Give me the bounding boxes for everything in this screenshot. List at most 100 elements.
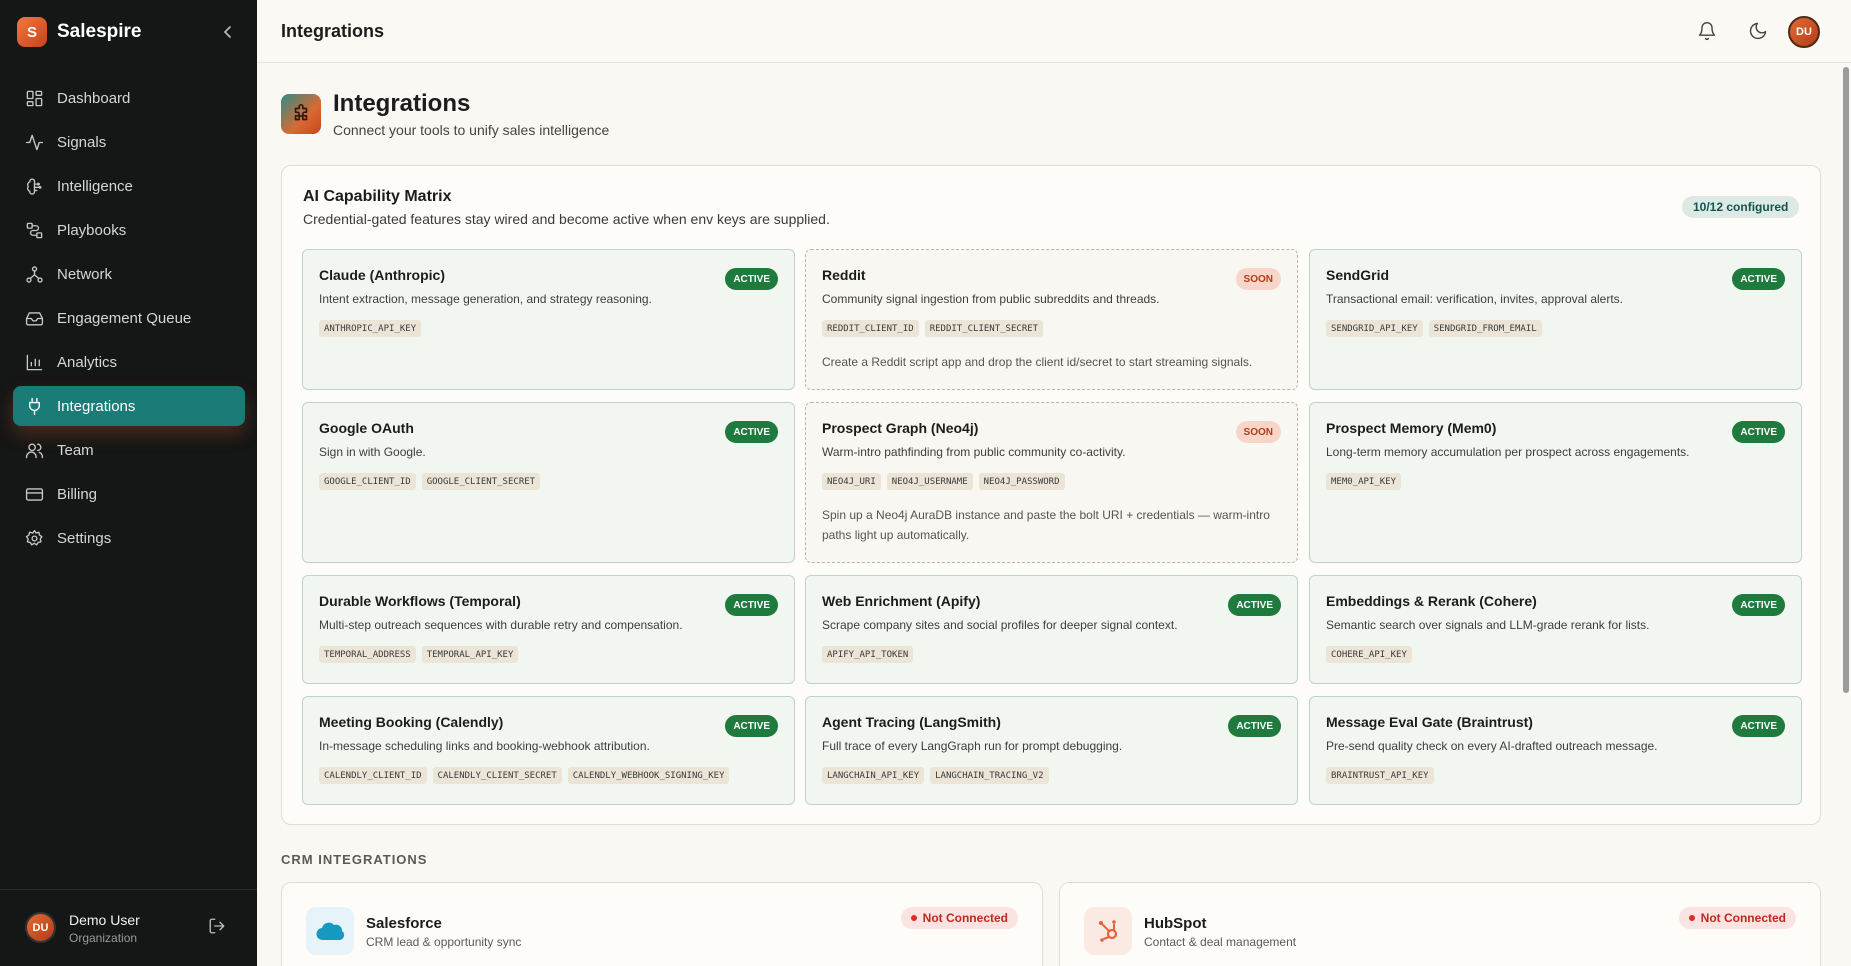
env-key-chip: LANGCHAIN_TRACING_V2: [930, 767, 1049, 784]
env-key-list: GOOGLE_CLIENT_ID GOOGLE_CLIENT_SECRET: [319, 473, 541, 490]
chevron-left-icon: [223, 26, 231, 38]
status-badge: ACTIVE: [725, 268, 778, 290]
env-key-list: MEM0_API_KEY: [1326, 473, 1402, 490]
sidebar-item-label: Signals: [57, 133, 107, 151]
capability-name: SendGrid: [1326, 267, 1390, 283]
capability-name: Embeddings & Rerank (Cohere): [1326, 593, 1537, 609]
capability-desc: Pre-send quality check on every AI-draft…: [1326, 739, 1658, 753]
crm-desc: CRM lead & opportunity sync: [366, 935, 522, 949]
capability-desc: Full trace of every LangGraph run for pr…: [822, 739, 1123, 753]
crm-name: HubSpot: [1144, 915, 1207, 932]
env-key-chip: SENDGRID_FROM_EMAIL: [1428, 320, 1542, 337]
scrollbar-thumb[interactable]: [1843, 67, 1849, 693]
cloud-icon: [316, 922, 345, 941]
env-key-list: COHERE_API_KEY: [1326, 646, 1412, 663]
capability-card[interactable]: Prospect Memory (Mem0) ACTIVE Long-term me…: [1309, 402, 1802, 563]
status-badge: ACTIVE: [725, 421, 778, 443]
sidebar-item-network[interactable]: Network: [13, 254, 245, 294]
capability-desc: Scrape company sites and social profiles…: [822, 618, 1178, 632]
hubspot-icon: [1099, 920, 1118, 942]
user-name: Demo User: [69, 912, 140, 928]
moon-icon: [1749, 22, 1767, 40]
crm-card-salesforce[interactable]: Salesforce CRM lead & opportunity sync N…: [281, 882, 1043, 966]
sidebar-item-intelligence[interactable]: Intelligence: [13, 166, 245, 206]
status-badge: ACTIVE: [1732, 268, 1785, 290]
configured-count-badge: 10/12 configured: [1682, 196, 1800, 218]
sidebar-item-integrations[interactable]: Integrations: [13, 386, 245, 426]
capability-card[interactable]: Durable Workflows (Temporal) ACTIVE Multi-…: [302, 575, 795, 684]
capability-desc: Intent extraction, message generation, a…: [319, 292, 652, 306]
capability-card[interactable]: SendGrid ACTIVE Transactional email: verif…: [1309, 249, 1802, 390]
sidebar-item-team[interactable]: Team: [13, 430, 245, 470]
logout-icon: [209, 918, 225, 934]
sidebar-item-playbooks[interactable]: Playbooks: [13, 210, 245, 250]
page-title: Integrations: [333, 90, 471, 117]
avatar[interactable]: DU: [25, 912, 56, 943]
brand[interactable]: S Salespire: [17, 17, 142, 47]
puzzle-icon: [294, 104, 308, 121]
status-badge: Not Connected: [1678, 907, 1796, 929]
status-badge: Not Connected: [900, 907, 1018, 929]
matrix-subtitle: Credential-gated features stay wired and…: [303, 211, 830, 227]
env-key-chip: CALENDLY_CLIENT_SECRET: [432, 767, 562, 784]
activity-icon: [25, 134, 44, 150]
sidebar-item-label: Intelligence: [57, 177, 133, 195]
env-key-chip: LANGCHAIN_API_KEY: [822, 767, 925, 784]
scrollbar[interactable]: [1841, 63, 1851, 966]
capability-card[interactable]: Meeting Booking (Calendly) ACTIVE In-messa…: [302, 696, 795, 805]
capability-name: Claude (Anthropic): [319, 267, 445, 283]
theme-toggle-button[interactable]: [1748, 21, 1768, 41]
capability-card[interactable]: Prospect Graph (Neo4j) SOON Warm-intro pat…: [805, 402, 1298, 563]
collapse-sidebar-button[interactable]: [220, 22, 236, 42]
status-label: Not Connected: [1700, 911, 1786, 925]
capability-name: Meeting Booking (Calendly): [319, 714, 504, 730]
capability-card[interactable]: Agent Tracing (LangSmith) ACTIVE Full trac…: [805, 696, 1298, 805]
notifications-button[interactable]: [1697, 21, 1717, 41]
capability-card[interactable]: Reddit SOON Community signal ingestion fro…: [805, 249, 1298, 390]
capability-card[interactable]: Embeddings & Rerank (Cohere) ACTIVE Semant…: [1309, 575, 1802, 684]
capability-card[interactable]: Message Eval Gate (Braintrust) ACTIVE Pre-…: [1309, 696, 1802, 805]
sidebar-item-label: Playbooks: [57, 221, 127, 239]
env-key-chip: TEMPORAL_API_KEY: [421, 646, 519, 663]
capability-name: Message Eval Gate (Braintrust): [1326, 714, 1533, 730]
env-key-chip: REDDIT_CLIENT_SECRET: [924, 320, 1044, 337]
status-badge: ACTIVE: [1732, 421, 1785, 443]
capability-card[interactable]: Web Enrichment (Apify) ACTIVE Scrape compa…: [805, 575, 1298, 684]
sidebar: S Salespire Dashboard Signals Intelligen…: [0, 0, 257, 966]
sidebar-item-dashboard[interactable]: Dashboard: [13, 78, 245, 118]
capability-name: Google OAuth: [319, 420, 414, 436]
sidebar-item-settings[interactable]: Settings: [13, 518, 245, 558]
capability-name: Reddit: [822, 267, 866, 283]
sidebar-item-analytics[interactable]: Analytics: [13, 342, 245, 382]
crm-heading: CRM INTEGRATIONS: [281, 852, 428, 867]
status-dot: [1688, 915, 1695, 921]
crm-card-hubspot[interactable]: HubSpot Contact & deal management Not Co…: [1059, 882, 1821, 966]
env-key-chip: APIFY_API_TOKEN: [822, 646, 914, 663]
users-icon: [25, 442, 44, 458]
capability-card[interactable]: Google OAuth ACTIVE Sign in with Google. GO…: [302, 402, 795, 563]
crm-desc: Contact & deal management: [1144, 935, 1297, 949]
capability-name: Web Enrichment (Apify): [822, 593, 981, 609]
capability-card[interactable]: Claude (Anthropic) ACTIVE Intent extractio…: [302, 249, 795, 390]
env-key-chip: TEMPORAL_ADDRESS: [319, 646, 416, 663]
status-badge: ACTIVE: [725, 715, 778, 737]
bar-chart-icon: [26, 354, 43, 370]
status-dot: [910, 915, 917, 921]
capability-name: Prospect Memory (Mem0): [1326, 420, 1497, 436]
env-key-chip: COHERE_API_KEY: [1326, 646, 1412, 663]
capability-desc: Sign in with Google.: [319, 445, 426, 459]
sidebar-nav: Dashboard Signals Intelligence Playbooks…: [13, 78, 245, 562]
page-icon: [281, 94, 321, 134]
gear-icon: [25, 529, 43, 546]
sidebar-item-signals[interactable]: Signals: [13, 122, 245, 162]
sidebar-item-billing[interactable]: Billing: [13, 474, 245, 514]
sidebar-item-engagement-queue[interactable]: Engagement Queue: [13, 298, 245, 338]
status-badge: ACTIVE: [725, 594, 778, 616]
plug-icon: [29, 397, 40, 415]
capability-desc: Semantic search over signals and LLM-gra…: [1326, 618, 1650, 632]
header-avatar[interactable]: DU: [1788, 16, 1820, 48]
logout-button[interactable]: [208, 917, 228, 937]
sidebar-item-label: Settings: [57, 529, 112, 547]
env-key-chip: BRAINTRUST_API_KEY: [1326, 767, 1434, 784]
env-key-list: SENDGRID_API_KEY SENDGRID_FROM_EMAIL: [1326, 320, 1542, 337]
